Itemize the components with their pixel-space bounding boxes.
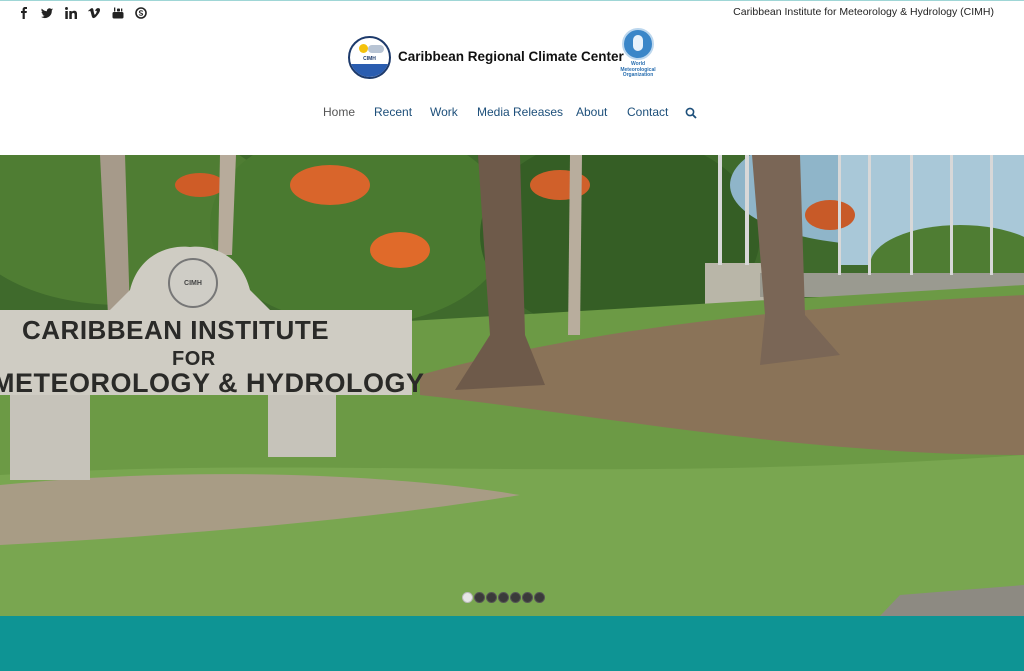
nav-item-recent[interactable]: Recent <box>374 105 412 119</box>
top-bar: Caribbean Institute for Meteorology & Hy… <box>0 0 1024 24</box>
sign-text-line-1: CARIBBEAN INSTITUTE <box>22 315 330 345</box>
linkedin-icon[interactable] <box>59 5 83 21</box>
footer-band <box>0 616 1024 671</box>
wmo-logo: World Meteorological Organization <box>618 28 658 86</box>
hero-slider[interactable]: CIMH CARIBBEAN INSTITUTE FOR METEOROLOGY… <box>0 155 1024 616</box>
nav-item-media-releases[interactable]: Media Releases <box>477 105 563 119</box>
wmo-logo-text: World Meteorological Organization <box>620 61 656 78</box>
slider-dot-5[interactable] <box>510 592 521 603</box>
nav-item-home[interactable]: Home <box>323 105 355 119</box>
social-links <box>12 5 153 21</box>
slider-dot-3[interactable] <box>486 592 497 603</box>
globe-icon <box>622 28 654 60</box>
slider-dot-1[interactable] <box>462 592 473 603</box>
skype-icon[interactable] <box>130 5 154 21</box>
slider-pagination <box>462 592 545 603</box>
cloud-icon <box>368 45 384 53</box>
vimeo-icon[interactable] <box>83 5 107 21</box>
slider-dot-2[interactable] <box>474 592 485 603</box>
organization-name: Caribbean Institute for Meteorology & Hy… <box>733 6 994 18</box>
sun-icon <box>359 44 368 53</box>
cimh-logo-text: CIMH <box>363 56 376 62</box>
nav-item-about[interactable]: About <box>576 105 607 119</box>
sea-graphic <box>350 64 389 77</box>
site-title: Caribbean Regional Climate Center <box>398 49 624 64</box>
nav-item-contact[interactable]: Contact <box>627 105 668 119</box>
search-icon[interactable] <box>685 106 697 119</box>
cimh-logo: CIMH <box>348 36 391 79</box>
youtube-icon[interactable] <box>106 5 130 21</box>
sign-text-line-3: METEOROLOGY & HYDROLOGY <box>0 368 425 398</box>
sign-seal: CIMH <box>168 258 218 308</box>
site-header-logo[interactable]: CIMH Caribbean Regional Climate Center W… <box>346 28 666 88</box>
slider-dot-7[interactable] <box>534 592 545 603</box>
slider-dot-4[interactable] <box>498 592 509 603</box>
nav-item-work[interactable]: Work <box>430 105 458 119</box>
main-nav: Home Recent Work Media Releases About Co… <box>0 105 1024 121</box>
twitter-icon[interactable] <box>36 5 60 21</box>
facebook-icon[interactable] <box>12 5 36 21</box>
slider-dot-6[interactable] <box>522 592 533 603</box>
